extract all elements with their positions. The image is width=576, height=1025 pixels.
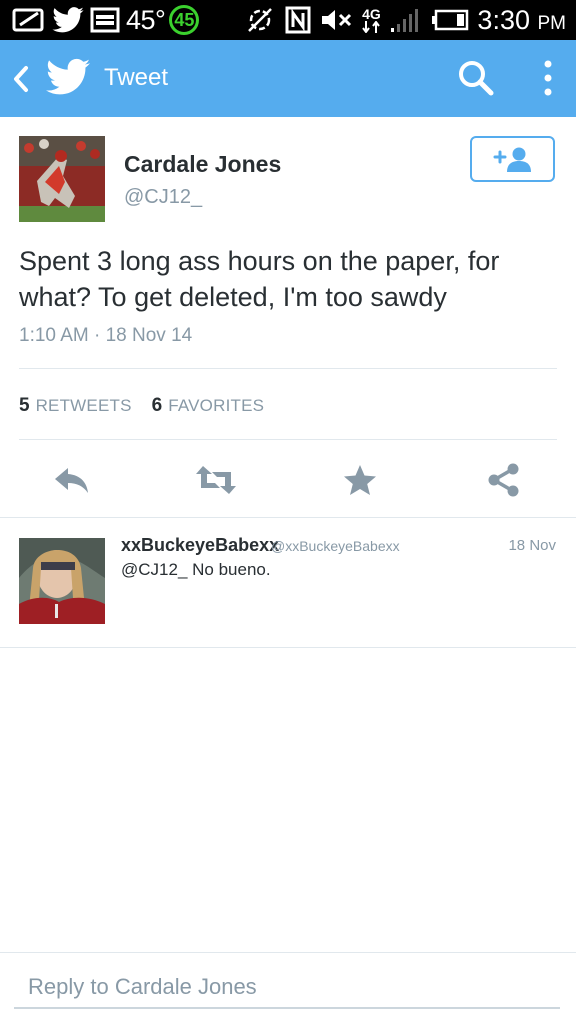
mute-icon (319, 7, 353, 33)
divider (0, 517, 576, 518)
share-button[interactable] (482, 458, 526, 502)
notification-count-badge: 45 (169, 5, 200, 35)
message-icon (12, 7, 46, 33)
network-4g-icon: 4G (361, 7, 381, 33)
divider (19, 368, 557, 369)
battery-icon (431, 9, 469, 31)
reply-author-handle[interactable]: @xxBuckeyeBabexx (271, 538, 400, 554)
favorite-label[interactable]: FAVORITES (168, 396, 264, 416)
tweet-stats: 5 RETWEETS 6 FAVORITES (19, 395, 284, 417)
clock-suffix: PM (537, 12, 567, 34)
search-icon (459, 61, 494, 96)
add-user-icon (493, 147, 531, 172)
clock: 3:30 PM (477, 5, 566, 36)
author-avatar[interactable] (19, 136, 105, 222)
signal-strength-icon (389, 6, 421, 34)
author-name[interactable]: Cardale Jones (124, 151, 281, 178)
retweet-button[interactable] (194, 458, 238, 502)
network-type: 4G (362, 6, 381, 22)
twitter-bird-icon[interactable] (46, 58, 90, 98)
more-vertical-icon (544, 60, 552, 96)
share-icon (488, 463, 519, 497)
clock-time: 3:30 (477, 4, 530, 35)
back-button[interactable] (6, 62, 36, 96)
image-icon (90, 7, 120, 33)
retweet-count[interactable]: 5 (19, 395, 30, 417)
reply-avatar-image (19, 538, 105, 624)
author-avatar-image (19, 136, 105, 222)
reply-input[interactable] (14, 967, 560, 1009)
reply-button[interactable] (50, 458, 94, 502)
overflow-menu-button[interactable] (536, 58, 560, 98)
reply-avatar[interactable] (19, 538, 105, 624)
status-bar-left: 45° 45 (0, 0, 200, 40)
reply-composer (0, 952, 576, 1025)
status-bar-right: 4G 3:30 PM (245, 0, 576, 40)
search-button[interactable] (456, 58, 496, 98)
follow-button[interactable] (470, 136, 555, 182)
reply-icon (55, 468, 88, 493)
reply-author-name[interactable]: xxBuckeyeBabexx (121, 535, 279, 556)
divider (0, 647, 576, 648)
favorite-button[interactable] (338, 458, 382, 502)
favorite-icon (344, 465, 376, 495)
tweet-timestamp: 1:10 AM · 18 Nov 14 (19, 325, 193, 346)
chevron-left-icon (14, 66, 28, 92)
page-title: Tweet (104, 64, 169, 91)
twitter-notification-icon (52, 7, 84, 33)
tweet-text: Spent 3 long ass hours on the paper, for… (19, 246, 500, 312)
retweet-icon (196, 466, 236, 494)
nfc-icon (285, 6, 311, 34)
divider (19, 439, 557, 440)
author-handle[interactable]: @CJ12_ (124, 186, 202, 209)
sync-off-icon (245, 5, 275, 35)
reply-text: @CJ12_ No bueno. (121, 560, 271, 579)
temperature: 45° (126, 4, 166, 35)
retweet-label[interactable]: RETWEETS (36, 396, 132, 416)
app-bar: Tweet (0, 40, 576, 117)
reply-date: 18 Nov (508, 537, 556, 554)
status-bar: 45° 45 4G 3:30 PM (0, 0, 576, 40)
favorite-count[interactable]: 6 (152, 395, 163, 417)
